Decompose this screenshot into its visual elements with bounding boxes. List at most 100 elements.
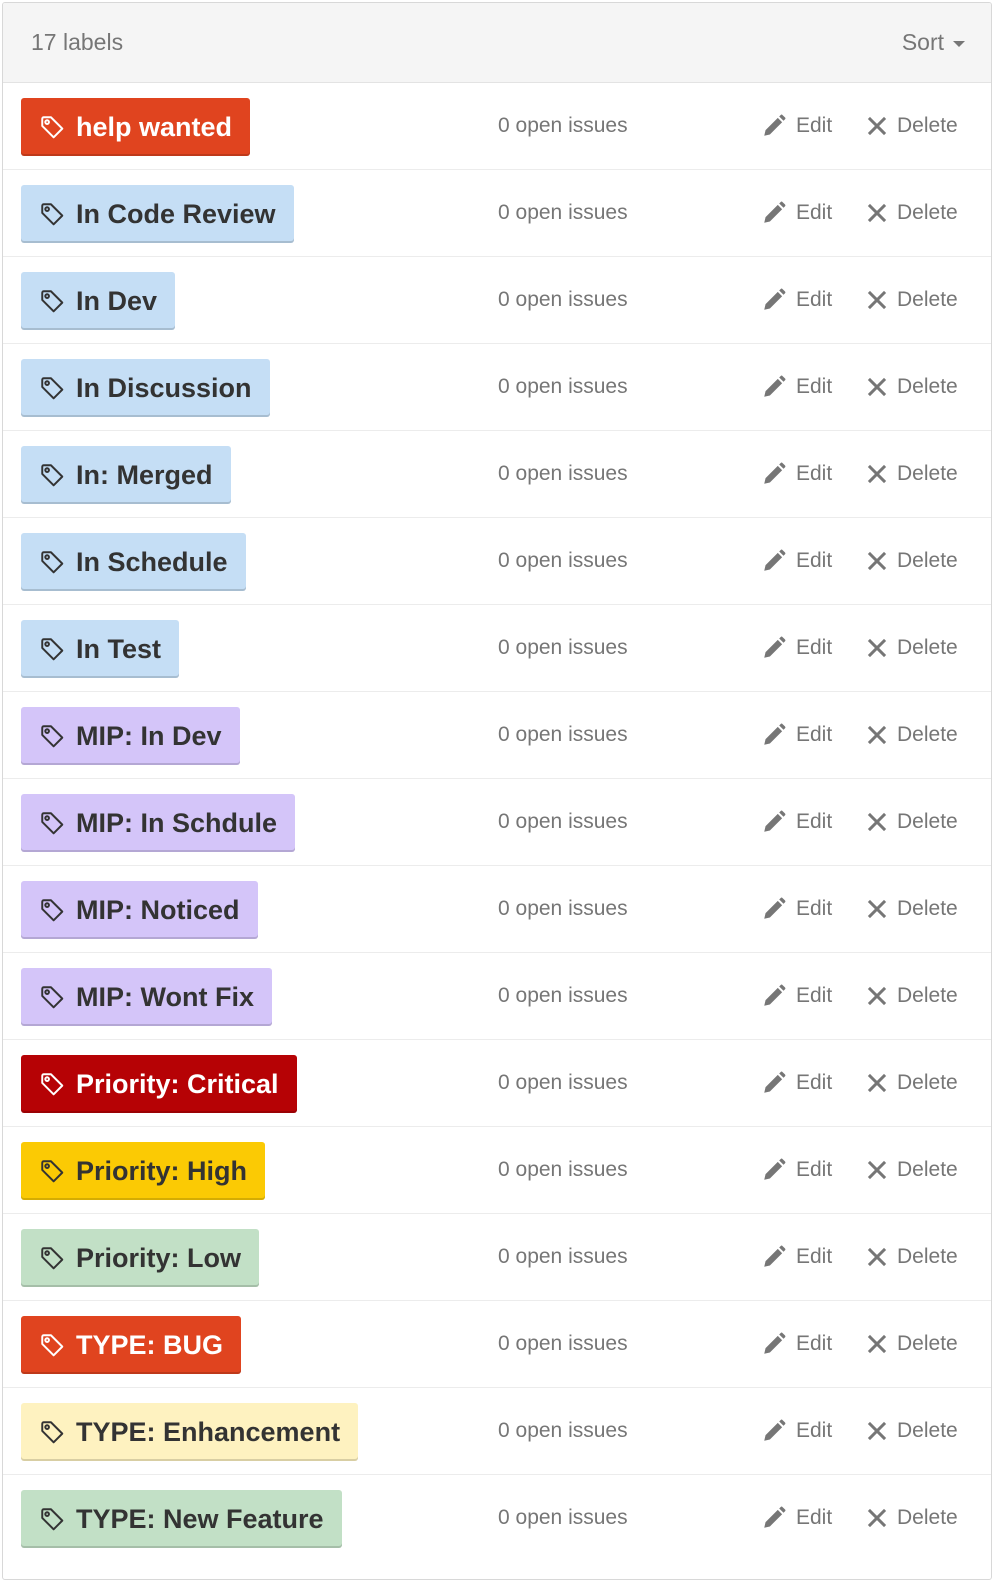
pencil-icon [761, 1505, 796, 1531]
delete-button[interactable]: Delete [867, 1214, 958, 1300]
open-issues-link[interactable]: 0 open issues [498, 692, 628, 778]
delete-button[interactable]: Delete [867, 170, 958, 256]
pencil-icon [761, 809, 796, 835]
close-icon [867, 812, 897, 832]
edit-button[interactable]: Edit [761, 257, 832, 343]
label-row: In Test 0 open issues Edit Delete [3, 605, 991, 692]
close-icon [867, 1334, 897, 1354]
tag-icon [39, 897, 65, 923]
delete-label: Delete [897, 636, 958, 659]
edit-button[interactable]: Edit [761, 344, 832, 430]
open-issues-link[interactable]: 0 open issues [498, 779, 628, 865]
tag-icon [39, 114, 65, 140]
open-issues-link[interactable]: 0 open issues [498, 1040, 628, 1126]
label-row: MIP: Noticed 0 open issues Edit Delete [3, 866, 991, 953]
open-issues-link[interactable]: 0 open issues [498, 1388, 628, 1474]
open-issues-link[interactable]: 0 open issues [498, 431, 628, 517]
tag-icon [39, 636, 65, 662]
delete-button[interactable]: Delete [867, 431, 958, 517]
edit-button[interactable]: Edit [761, 1475, 832, 1561]
open-issues-link[interactable]: 0 open issues [498, 953, 628, 1039]
delete-button[interactable]: Delete [867, 1388, 958, 1474]
delete-button[interactable]: Delete [867, 344, 958, 430]
edit-button[interactable]: Edit [761, 518, 832, 604]
label-badge[interactable]: MIP: In Schdule [21, 794, 296, 852]
delete-button[interactable]: Delete [867, 779, 958, 865]
delete-button[interactable]: Delete [867, 518, 958, 604]
label-badge[interactable]: Priority: Critical [21, 1055, 297, 1113]
label-name: In Schedule [76, 546, 228, 577]
label-badge[interactable]: MIP: Noticed [21, 881, 258, 939]
delete-button[interactable]: Delete [867, 1127, 958, 1213]
label-badge[interactable]: Priority: Low [21, 1229, 260, 1287]
edit-button[interactable]: Edit [761, 83, 832, 169]
edit-label: Edit [796, 549, 833, 572]
label-badge[interactable]: MIP: Wont Fix [21, 968, 272, 1026]
edit-button[interactable]: Edit [761, 1301, 832, 1387]
open-issues-link[interactable]: 0 open issues [498, 605, 628, 691]
label-row: Priority: Low 0 open issues Edit Delete [3, 1214, 991, 1301]
label-badge[interactable]: In Dev [21, 272, 176, 330]
label-badge[interactable]: MIP: In Dev [21, 707, 240, 765]
edit-button[interactable]: Edit [761, 605, 832, 691]
delete-button[interactable]: Delete [867, 605, 958, 691]
open-issues-link[interactable]: 0 open issues [498, 518, 628, 604]
label-name: MIP: In Schdule [76, 807, 278, 838]
open-issues-link[interactable]: 0 open issues [498, 866, 628, 952]
close-icon [867, 116, 897, 136]
sort-dropdown[interactable]: Sort [902, 29, 965, 56]
delete-label: Delete [897, 288, 958, 311]
label-badge[interactable]: TYPE: New Feature [21, 1490, 342, 1548]
edit-button[interactable]: Edit [761, 953, 832, 1039]
delete-button[interactable]: Delete [867, 866, 958, 952]
open-issues-link[interactable]: 0 open issues [498, 1127, 628, 1213]
label-badge[interactable]: In Code Review [21, 185, 294, 243]
delete-button[interactable]: Delete [867, 1475, 958, 1561]
edit-button[interactable]: Edit [761, 170, 832, 256]
edit-label: Edit [796, 375, 833, 398]
label-badge[interactable]: In Test [21, 620, 180, 678]
open-issues-link[interactable]: 0 open issues [498, 1214, 628, 1300]
delete-button[interactable]: Delete [867, 953, 958, 1039]
edit-button[interactable]: Edit [761, 692, 832, 778]
pencil-icon [761, 1070, 796, 1096]
open-issues-link[interactable]: 0 open issues [498, 83, 628, 169]
label-badge[interactable]: In Discussion [21, 359, 270, 417]
label-row: TYPE: BUG 0 open issues Edit Delete [3, 1301, 991, 1388]
label-row: MIP: In Schdule 0 open issues Edit Delete [3, 779, 991, 866]
label-row: MIP: In Dev 0 open issues Edit Delete [3, 692, 991, 779]
close-icon [867, 1508, 897, 1528]
label-badge[interactable]: Priority: High [21, 1142, 266, 1200]
delete-button[interactable]: Delete [867, 83, 958, 169]
edit-button[interactable]: Edit [761, 1214, 832, 1300]
sort-label: Sort [901, 29, 944, 55]
label-name: TYPE: Enhancement [76, 1416, 341, 1447]
close-icon [867, 638, 897, 658]
open-issues-link[interactable]: 0 open issues [498, 344, 628, 430]
delete-button[interactable]: Delete [867, 1040, 958, 1126]
label-badge[interactable]: TYPE: BUG [21, 1316, 242, 1374]
edit-button[interactable]: Edit [761, 1388, 832, 1474]
tag-icon [39, 1419, 65, 1445]
edit-button[interactable]: Edit [761, 431, 832, 517]
label-name: Priority: High [76, 1155, 248, 1186]
delete-button[interactable]: Delete [867, 692, 958, 778]
open-issues-link[interactable]: 0 open issues [498, 170, 628, 256]
caret-down-icon [953, 41, 965, 47]
delete-button[interactable]: Delete [867, 257, 958, 343]
label-badge[interactable]: TYPE: Enhancement [21, 1403, 359, 1461]
tag-icon [39, 810, 65, 836]
label-badge[interactable]: help wanted [21, 98, 251, 156]
label-name: In Discussion [76, 372, 252, 403]
label-badge[interactable]: In Schedule [21, 533, 246, 591]
edit-label: Edit [796, 636, 833, 659]
label-badge[interactable]: In: Merged [21, 446, 231, 504]
edit-button[interactable]: Edit [761, 1127, 832, 1213]
delete-button[interactable]: Delete [867, 1301, 958, 1387]
edit-button[interactable]: Edit [761, 779, 832, 865]
edit-button[interactable]: Edit [761, 866, 832, 952]
open-issues-link[interactable]: 0 open issues [498, 1475, 628, 1561]
edit-button[interactable]: Edit [761, 1040, 832, 1126]
open-issues-link[interactable]: 0 open issues [498, 257, 628, 343]
open-issues-link[interactable]: 0 open issues [498, 1301, 628, 1387]
